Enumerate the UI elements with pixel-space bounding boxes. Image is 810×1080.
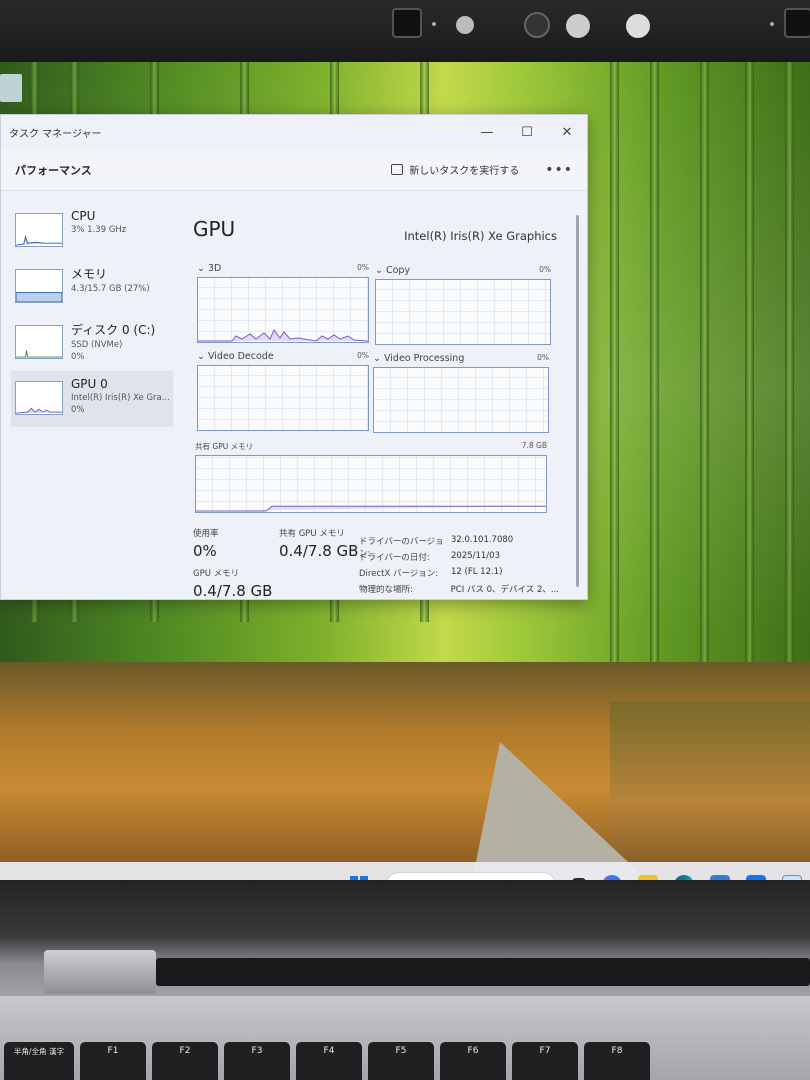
laptop-bezel bbox=[0, 0, 810, 62]
key-f3[interactable]: F3 bbox=[224, 1042, 290, 1080]
key-f4[interactable]: F4 bbox=[296, 1042, 362, 1080]
utilization-label: 使用率 bbox=[193, 529, 219, 539]
recycle-bin-icon[interactable] bbox=[0, 74, 22, 102]
camera-shutter-icon bbox=[392, 8, 422, 38]
desktop-wallpaper: タスク マネージャー — ☐ ✕ パフォーマンス 新しいタスクを実行する •••… bbox=[0, 62, 810, 880]
toolbar: パフォーマンス 新しいタスクを実行する ••• bbox=[1, 149, 587, 191]
engine-label: ⌄ Video Decode bbox=[197, 351, 274, 362]
sensor-icon bbox=[456, 16, 474, 34]
property-row: ドライバーの日付: 2025/11/03 bbox=[359, 551, 500, 563]
shared-memory-stat: 共有 GPU メモリ 0.4/7.8 GB bbox=[279, 527, 358, 560]
cpu-sparkline bbox=[15, 213, 63, 247]
engine-graph-copy[interactable]: ⌄ Copy 0% bbox=[375, 265, 551, 345]
sensor-icon bbox=[626, 14, 650, 38]
key-f1[interactable]: F1 bbox=[80, 1042, 146, 1080]
engine-graph-video-processing[interactable]: ⌄ Video Processing 0% bbox=[373, 353, 549, 433]
engine-percent: 0% bbox=[357, 263, 369, 272]
shared-memory-label: 共有 GPU メモリ bbox=[279, 529, 345, 539]
shared-memory-graph: 共有 GPU メモリ 7.8 GB bbox=[195, 441, 547, 513]
engine-graph-3d[interactable]: ⌄ 3D 0% bbox=[197, 263, 369, 343]
camera-lens-icon bbox=[524, 12, 550, 38]
key-f8[interactable]: F8 bbox=[584, 1042, 650, 1080]
engine-label: ⌄ Video Processing bbox=[373, 353, 465, 364]
disk-sparkline bbox=[15, 325, 63, 359]
sensor-icon bbox=[566, 14, 590, 38]
key-f6[interactable]: F6 bbox=[440, 1042, 506, 1080]
page-title: GPU bbox=[193, 217, 236, 241]
key-f5[interactable]: F5 bbox=[368, 1042, 434, 1080]
engine-label: ⌄ Copy bbox=[375, 265, 411, 276]
gpu-memory-label: GPU メモリ bbox=[193, 569, 240, 579]
sidebar-item-label: GPU 0 bbox=[71, 377, 108, 391]
close-button[interactable]: ✕ bbox=[547, 125, 587, 140]
sidebar-item-label: メモリ bbox=[71, 267, 108, 281]
engine-label: ⌄ 3D bbox=[197, 263, 222, 274]
sidebar-item-usage: 0% bbox=[71, 405, 85, 415]
sidebar-item-gpu[interactable]: GPU 0 Intel(R) Iris(R) Xe Gra... 0% bbox=[11, 371, 173, 427]
function-key-row: 半角/全角 漢字 F1 F2 F3 F4 F5 F6 F7 F8 bbox=[0, 1042, 810, 1080]
shared-memory-value: 0.4/7.8 GB bbox=[279, 542, 359, 560]
engine-percent: 0% bbox=[357, 351, 369, 360]
key-f2[interactable]: F2 bbox=[152, 1042, 218, 1080]
taskbar-search[interactable]: 検索 bbox=[386, 872, 556, 880]
sidebar-item-label: ディスク 0 (C:) bbox=[71, 323, 156, 337]
hinge-bar bbox=[156, 958, 810, 986]
utilization-value: 0% bbox=[193, 542, 217, 560]
engine-percent: 0% bbox=[537, 353, 549, 362]
sidebar-item-label: CPU bbox=[71, 209, 96, 223]
taskbar: 検索 bbox=[0, 862, 810, 880]
utilization-stat: 使用率 0% bbox=[193, 527, 219, 560]
gpu-memory-value: 0.4/7.8 GB bbox=[193, 582, 273, 600]
run-task-icon bbox=[391, 164, 404, 175]
sidebar-item-cpu[interactable]: CPU 3% 1.39 GHz bbox=[11, 203, 173, 259]
title-bar[interactable]: タスク マネージャー — ☐ ✕ bbox=[1, 115, 587, 149]
sidebar-item-memory[interactable]: メモリ 4.3/15.7 GB (27%) bbox=[11, 259, 173, 315]
sidebar-item-detail: 3% 1.39 GHz bbox=[71, 225, 127, 235]
sidebar-item-detail: 4.3/15.7 GB (27%) bbox=[71, 284, 150, 294]
more-options-button[interactable]: ••• bbox=[545, 162, 573, 178]
wallpaper-path bbox=[470, 742, 660, 880]
indicator-icon bbox=[770, 22, 774, 26]
property-row: ドライバーのバージョン: 32.0.101.7080 bbox=[359, 535, 514, 559]
section-title: パフォーマンス bbox=[15, 163, 92, 177]
engine-percent: 0% bbox=[539, 265, 551, 274]
task-manager-window: タスク マネージャー — ☐ ✕ パフォーマンス 新しいタスクを実行する •••… bbox=[0, 114, 588, 600]
scrollbar[interactable] bbox=[576, 215, 579, 587]
gpu-sparkline bbox=[15, 381, 63, 415]
hinge-plate bbox=[44, 950, 156, 994]
indicator-icon bbox=[432, 22, 436, 26]
property-row: 物理的な場所: PCI バス 0、デバイス 2、... bbox=[359, 585, 559, 595]
sidebar-item-detail: Intel(R) Iris(R) Xe Gra... bbox=[71, 393, 169, 403]
gpu-model-name: Intel(R) Iris(R) Xe Graphics bbox=[404, 229, 557, 243]
maximize-button[interactable]: ☐ bbox=[507, 125, 547, 140]
gpu-properties: ドライバーのバージョン: 32.0.101.7080 ドライバーの日付: 2025/… bbox=[359, 535, 559, 599]
memory-sparkline bbox=[15, 269, 63, 303]
camera-shutter-icon bbox=[784, 8, 810, 38]
minimize-button[interactable]: — bbox=[467, 125, 507, 140]
shared-memory-graph-label: 共有 GPU メモリ bbox=[195, 442, 254, 451]
key-f7[interactable]: F7 bbox=[512, 1042, 578, 1080]
sidebar-item-usage: 0% bbox=[71, 352, 85, 362]
run-new-task-label: 新しいタスクを実行する bbox=[409, 166, 520, 177]
window-title: タスク マネージャー bbox=[9, 128, 102, 140]
gpu-memory-stat: GPU メモリ 0.4/7.8 GB bbox=[193, 567, 272, 600]
run-new-task-button[interactable]: 新しいタスクを実行する bbox=[391, 162, 519, 177]
performance-sidebar: CPU 3% 1.39 GHz メモリ 4.3/15.7 GB (27%) ディ… bbox=[11, 203, 173, 427]
shared-memory-max: 7.8 GB bbox=[521, 441, 547, 450]
property-row: DirectX バージョン: 12 (FL 12.1) bbox=[359, 567, 503, 579]
sidebar-item-disk[interactable]: ディスク 0 (C:) SSD (NVMe) 0% bbox=[11, 315, 173, 371]
engine-graph-video-decode[interactable]: ⌄ Video Decode 0% bbox=[197, 351, 369, 431]
sidebar-item-detail: SSD (NVMe) bbox=[71, 340, 123, 350]
key-hankaku[interactable]: 半角/全角 漢字 bbox=[4, 1042, 74, 1080]
